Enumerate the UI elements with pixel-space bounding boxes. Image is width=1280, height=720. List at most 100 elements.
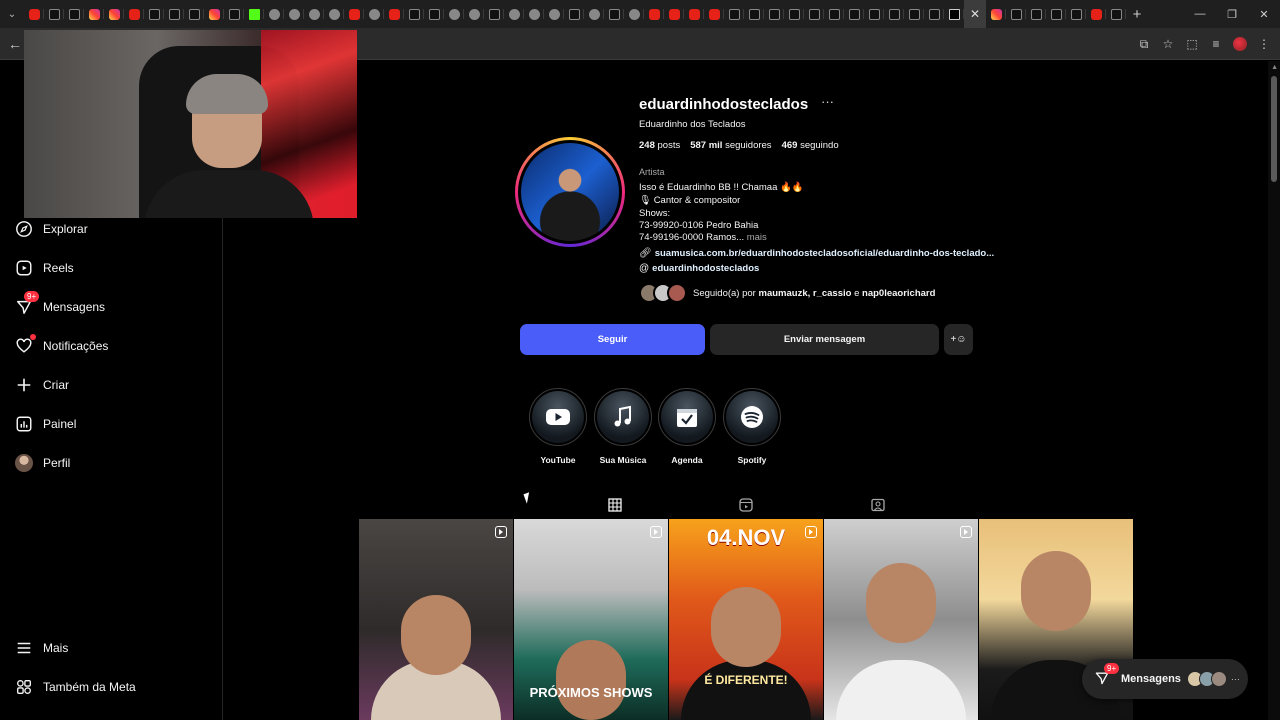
browser-tab[interactable]: [224, 0, 244, 28]
browser-tab[interactable]: [944, 0, 964, 28]
browser-tab[interactable]: [864, 0, 884, 28]
browser-tab[interactable]: [584, 0, 604, 28]
back-arrow-icon[interactable]: ←: [6, 35, 24, 53]
sidebar-item-reels[interactable]: Reels: [14, 256, 74, 280]
browser-tab[interactable]: [264, 0, 284, 28]
browser-tab[interactable]: [644, 0, 664, 28]
sidebar-item-mais[interactable]: Mais: [14, 636, 68, 660]
browser-tab[interactable]: [464, 0, 484, 28]
tab-tagged[interactable]: [856, 490, 900, 520]
bio-more-link[interactable]: mais: [747, 232, 767, 243]
options-icon[interactable]: ···: [821, 94, 834, 109]
browser-tab-active[interactable]: ✕: [964, 0, 986, 28]
browser-tab[interactable]: [1006, 0, 1026, 28]
send-message-button[interactable]: Enviar mensagem: [710, 324, 939, 355]
browser-tab[interactable]: [764, 0, 784, 28]
tab-search-menu-icon[interactable]: ⌄: [0, 0, 24, 28]
browser-tab[interactable]: [404, 0, 424, 28]
browser-tab[interactable]: [184, 0, 204, 28]
profile-avatar-story-ring[interactable]: [515, 137, 625, 247]
highlight-spotify[interactable]: Spotify: [722, 388, 782, 465]
sidebar-item-notificacoes[interactable]: Notificações: [14, 334, 108, 358]
browser-tab[interactable]: [104, 0, 124, 28]
browser-tab[interactable]: [744, 0, 764, 28]
browser-tab[interactable]: [724, 0, 744, 28]
post-tile[interactable]: [824, 519, 978, 720]
browser-tab[interactable]: [364, 0, 384, 28]
browser-tab[interactable]: [1106, 0, 1126, 28]
browser-tab[interactable]: [524, 0, 544, 28]
browser-tab[interactable]: [24, 0, 44, 28]
follow-button[interactable]: Seguir: [520, 324, 705, 355]
followers-stat[interactable]: 587 mil seguidores: [690, 140, 771, 151]
browser-tab[interactable]: [1086, 0, 1106, 28]
profile-avatar[interactable]: [1230, 34, 1250, 54]
browser-tab[interactable]: [244, 0, 264, 28]
highlight-sua-musica[interactable]: Sua Música: [593, 388, 653, 465]
sidebar-item-painel[interactable]: Painel: [14, 412, 76, 436]
browser-tab[interactable]: [1046, 0, 1066, 28]
close-icon[interactable]: ✕: [970, 7, 980, 21]
scroll-up-arrow-icon[interactable]: ▲: [1271, 64, 1278, 71]
browser-tab[interactable]: [204, 0, 224, 28]
browser-tab[interactable]: [84, 0, 104, 28]
minimize-button[interactable]: —: [1184, 0, 1216, 28]
sidebar-item-criar[interactable]: Criar: [14, 373, 69, 397]
tab-reels[interactable]: [724, 490, 768, 520]
threads-link[interactable]: @ eduardinhodosteclados: [639, 263, 759, 274]
browser-tab[interactable]: [844, 0, 864, 28]
browser-tab[interactable]: [624, 0, 644, 28]
tab-posts[interactable]: [593, 490, 637, 520]
browser-tab[interactable]: [484, 0, 504, 28]
browser-tab[interactable]: [604, 0, 624, 28]
browser-tab[interactable]: [924, 0, 944, 28]
highlight-youtube[interactable]: YouTube: [528, 388, 588, 465]
browser-tab[interactable]: [384, 0, 404, 28]
browser-tab[interactable]: [284, 0, 304, 28]
post-tile[interactable]: 04.NOV É DIFERENTE!: [669, 519, 823, 720]
following-stat[interactable]: 469 seguindo: [782, 140, 839, 151]
browser-tab[interactable]: [904, 0, 924, 28]
browser-tab[interactable]: [784, 0, 804, 28]
extensions-icon[interactable]: ⬚: [1182, 34, 1202, 54]
browser-tab[interactable]: [124, 0, 144, 28]
browser-tab[interactable]: [824, 0, 844, 28]
star-icon[interactable]: ☆: [1158, 34, 1178, 54]
browser-tab[interactable]: [704, 0, 724, 28]
browser-tab[interactable]: [564, 0, 584, 28]
browser-tab[interactable]: [324, 0, 344, 28]
browser-tab[interactable]: [344, 0, 364, 28]
messages-pill[interactable]: 9+ Mensagens ···: [1082, 659, 1248, 699]
browser-tab[interactable]: [1026, 0, 1046, 28]
close-window-button[interactable]: ✕: [1248, 0, 1280, 28]
restore-button[interactable]: ❐: [1216, 0, 1248, 28]
add-person-icon[interactable]: +☺: [944, 324, 973, 355]
browser-tab[interactable]: [164, 0, 184, 28]
browser-tab[interactable]: [424, 0, 444, 28]
browser-tab[interactable]: [504, 0, 524, 28]
new-tab-button[interactable]: +: [1126, 6, 1148, 23]
browser-tab[interactable]: [144, 0, 164, 28]
sidebar-item-mensagens[interactable]: 9+ Mensagens: [14, 291, 105, 319]
browser-tab[interactable]: [44, 0, 64, 28]
browser-tab[interactable]: [664, 0, 684, 28]
install-icon[interactable]: ⧉: [1134, 34, 1154, 54]
sidebar-item-perfil[interactable]: Perfil: [14, 451, 70, 475]
kebab-menu-icon[interactable]: ⋮: [1254, 34, 1274, 54]
browser-tab[interactable]: [684, 0, 704, 28]
sidebar-item-meta[interactable]: Também da Meta: [14, 675, 136, 699]
post-tile[interactable]: PRÓXIMOS SHOWS: [514, 519, 668, 720]
profile-link[interactable]: 🔗︎ suamusica.com.br/eduardinhodosteclado…: [639, 248, 994, 259]
scrollbar-thumb[interactable]: [1271, 76, 1277, 182]
browser-tab[interactable]: [544, 0, 564, 28]
post-tile[interactable]: [359, 519, 513, 720]
browser-tab[interactable]: [444, 0, 464, 28]
sidebar-item-explorar[interactable]: Explorar: [14, 217, 88, 241]
browser-tab[interactable]: [304, 0, 324, 28]
highlight-agenda[interactable]: Agenda: [657, 388, 717, 465]
browser-tab[interactable]: [1066, 0, 1086, 28]
followed-by[interactable]: Seguido(a) por maumauzk, r_cassio e nap0…: [639, 283, 935, 303]
media-icon[interactable]: ≡: [1206, 34, 1226, 54]
browser-tab[interactable]: [884, 0, 904, 28]
browser-tab[interactable]: [804, 0, 824, 28]
